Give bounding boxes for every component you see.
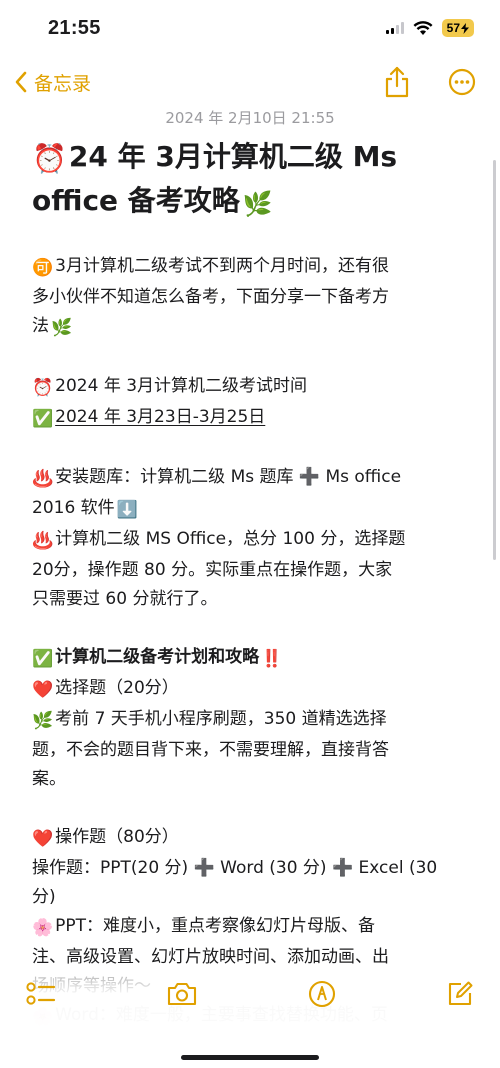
note-line: 操作题：PPT(20 分) ➕ Word (30 分) ➕ Excel (30 — [32, 854, 470, 883]
note-line: ❤️ 操作题（80分） — [32, 823, 470, 854]
note-line: 2016 软件 ⬇️ — [32, 494, 470, 525]
markup-pen-icon[interactable] — [308, 980, 336, 1008]
cellular-signal-icon — [385, 22, 404, 34]
note-line-text: 题，不会的题目背下来，不需要理解，直接背答 — [32, 740, 389, 760]
checklist-icon[interactable] — [26, 981, 56, 1007]
note-line: ♨️ 安装题库：计算机二级 Ms 题库 ➕ Ms office — [32, 463, 470, 494]
note-line-text: 2024 年 3月23日-3月25日 — [55, 407, 266, 427]
note-line-text: 法 — [32, 316, 49, 336]
note-line: 多小伙伴不知道怎么备考，下面分享一下备考方 — [32, 283, 470, 312]
note-line: 只需要过 60 分就行了。 — [32, 585, 470, 614]
back-label: 备忘录 — [34, 72, 92, 95]
emoji-icon: ❤️ — [32, 829, 54, 849]
back-button[interactable]: 备忘录 — [14, 69, 91, 96]
note-line-text: 选择题（20分） — [55, 678, 179, 698]
nav-bar: 备忘录 — [0, 62, 500, 102]
note-line-text: PPT：难度小，重点考察像幻灯片母版、备 — [55, 916, 376, 936]
note-line-text: 操作题（80分） — [55, 827, 179, 847]
note-line-text: 考前 7 天手机小程序刷题，350 道精选选择 — [55, 709, 387, 729]
emoji-icon: ❤️ — [32, 680, 54, 700]
emoji-icon: ♨️ — [32, 531, 54, 551]
compose-icon[interactable] — [446, 980, 474, 1008]
emoji-icon: 🉑 — [32, 258, 54, 278]
note-date: 2024 年 2月10日 21:55 — [165, 109, 335, 127]
status-bar: 21:55 57 — [0, 0, 500, 56]
nav-actions — [384, 66, 476, 98]
note-line: ❤️ 选择题（20分） — [32, 674, 470, 705]
status-icons: 57 — [385, 19, 474, 37]
note-line-text: 2024 年 3月计算机二级考试时间 — [55, 376, 308, 396]
note-title-text: office 备考攻略 — [32, 184, 240, 217]
wifi-icon — [413, 20, 433, 35]
emoji-icon: ⏰ — [32, 378, 54, 398]
share-icon[interactable] — [384, 66, 410, 98]
emoji-icon: ✅ — [32, 409, 54, 429]
chevron-left-icon — [15, 71, 27, 93]
note-line: 🌿 考前 7 天手机小程序刷题，350 道精选选择 — [32, 705, 470, 736]
note-line: 🌸 PPT：难度小，重点考察像幻灯片母版、备 — [32, 912, 470, 943]
emoji-icon: 🌿 — [51, 318, 73, 338]
home-indicator[interactable] — [181, 1055, 319, 1060]
note-line: ✅ 2024 年 3月23日-3月25日 — [32, 403, 470, 434]
note-line-text: 3月计算机二级考试不到两个月时间，还有很 — [55, 256, 389, 276]
note-line: 分) — [32, 883, 470, 912]
note-title-line: ⏰24 年 3月计算机二级 Ms — [32, 136, 472, 180]
note-line: 🉑 3月计算机二级考试不到两个月时间，还有很 — [32, 252, 470, 283]
note-line: 题，不会的题目背下来，不需要理解，直接背答 — [32, 736, 470, 765]
note-line: ✅ 计算机二级备考计划和攻略 ‼️ — [32, 643, 470, 674]
bottom-toolbar — [0, 964, 500, 1068]
note-line-text: 2016 软件 — [32, 498, 115, 518]
charging-bolt-icon — [461, 22, 469, 34]
battery-indicator: 57 — [441, 19, 474, 37]
status-time: 21:55 — [48, 16, 101, 39]
note-title-text: 24 年 3月计算机二级 Ms — [68, 140, 398, 173]
note-title-line: office 备考攻略 🌿 — [32, 180, 472, 225]
note-title[interactable]: ⏰24 年 3月计算机二级 Ms office 备考攻略 🌿 — [32, 136, 472, 225]
herb-icon: 🌿 — [242, 190, 273, 218]
note-line: 法 🌿 — [32, 312, 470, 343]
note-line-text: 计算机二级备考计划和攻略 — [55, 647, 260, 667]
emoji-icon: ♨️ — [32, 469, 54, 489]
note-line-text: 操作题：PPT(20 分) ➕ Word (30 分) ➕ Excel (30 — [32, 858, 438, 878]
emoji-icon: ⬇️ — [116, 500, 138, 520]
emoji-icon: 🌸 — [32, 918, 54, 938]
note-line: 20分，操作题 80 分。实际重点在操作题，大家 — [32, 556, 470, 585]
emoji-icon: ✅ — [32, 649, 54, 669]
note-line-text: 只需要过 60 分就行了。 — [32, 589, 218, 609]
emoji-icon: 🌿 — [32, 711, 54, 731]
note-line-text: 计算机二级 MS Office，总分 100 分，选择题 — [55, 529, 406, 549]
emoji-icon: ‼️ — [261, 649, 283, 669]
note-line-text: 分) — [32, 887, 56, 907]
alarm-clock-icon: ⏰ — [32, 142, 67, 175]
note-line-text: 案。 — [32, 769, 66, 789]
note-line: ♨️ 计算机二级 MS Office，总分 100 分，选择题 — [32, 525, 470, 556]
note-body[interactable]: 🉑 3月计算机二级考试不到两个月时间，还有很多小伙伴不知道怎么备考，下面分享一下备… — [32, 252, 470, 1032]
note-line: ⏰ 2024 年 3月计算机二级考试时间 — [32, 372, 470, 403]
note-line-text: 20分，操作题 80 分。实际重点在操作题，大家 — [32, 560, 393, 580]
battery-level: 57 — [446, 21, 460, 35]
note-line: 案。 — [32, 765, 470, 794]
more-circle-icon[interactable] — [448, 68, 476, 96]
scroll-indicator[interactable] — [493, 160, 496, 560]
note-line-text: 安装题库：计算机二级 Ms 题库 ➕ Ms office — [55, 467, 402, 487]
camera-icon[interactable] — [166, 981, 198, 1007]
note-line-text: 多小伙伴不知道怎么备考，下面分享一下备考方 — [32, 287, 389, 307]
